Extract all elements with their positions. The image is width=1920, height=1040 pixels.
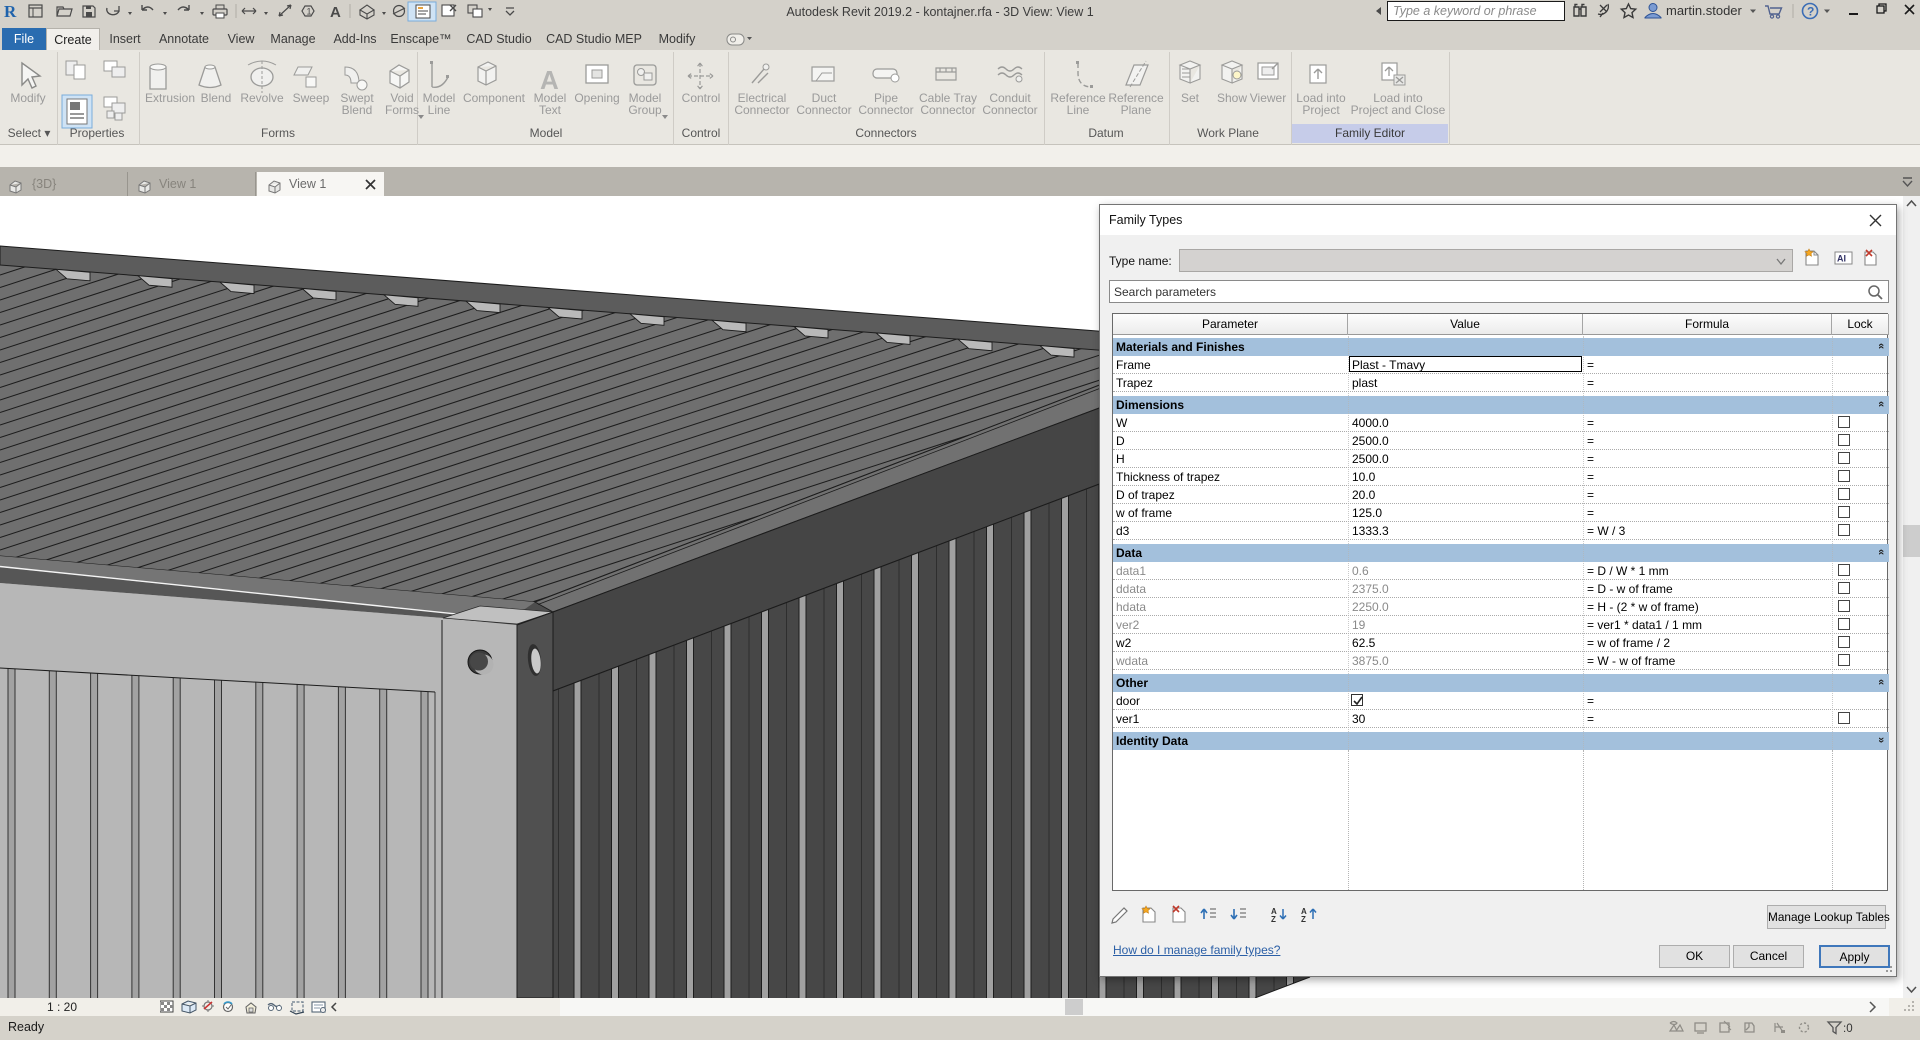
svg-text:Control: Control: [682, 91, 721, 105]
svg-text:Connector: Connector: [734, 103, 789, 117]
svg-text:Forms: Forms: [385, 103, 419, 117]
svg-text:Z: Z: [1301, 915, 1306, 924]
svg-text:Connector: Connector: [796, 103, 851, 117]
svg-text::0: :0: [1843, 1023, 1853, 1035]
svg-text:Z: Z: [1271, 915, 1276, 924]
svg-text:Opening: Opening: [574, 91, 619, 105]
svg-text:Project and Close: Project and Close: [1351, 103, 1446, 117]
svg-text:Project: Project: [1302, 103, 1340, 117]
svg-text:Blend: Blend: [342, 103, 373, 117]
svg-text:martin.stoder: martin.stoder: [1666, 3, 1743, 18]
svg-text:Component: Component: [463, 91, 526, 105]
svg-text:?: ?: [1807, 5, 1814, 19]
svg-text:Revolve: Revolve: [240, 91, 284, 105]
svg-text:Line: Line: [1067, 103, 1090, 117]
svg-text:Extrusion: Extrusion: [145, 91, 195, 105]
svg-text:Connector: Connector: [920, 103, 975, 117]
svg-text:Connector: Connector: [982, 103, 1037, 117]
svg-text:Line: Line: [428, 103, 451, 117]
svg-text:Blend: Blend: [201, 91, 232, 105]
svg-text:Show: Show: [1217, 91, 1247, 105]
svg-text:Plane: Plane: [1121, 103, 1152, 117]
svg-text:Modify: Modify: [10, 91, 45, 105]
svg-text:Group: Group: [628, 103, 662, 117]
svg-text:AI: AI: [1837, 254, 1846, 264]
svg-text:Connector: Connector: [858, 103, 913, 117]
svg-text:Viewer: Viewer: [1250, 91, 1286, 105]
svg-text:Sweep: Sweep: [293, 91, 330, 105]
svg-text:Text: Text: [539, 103, 562, 117]
svg-text:Set: Set: [1181, 91, 1200, 105]
